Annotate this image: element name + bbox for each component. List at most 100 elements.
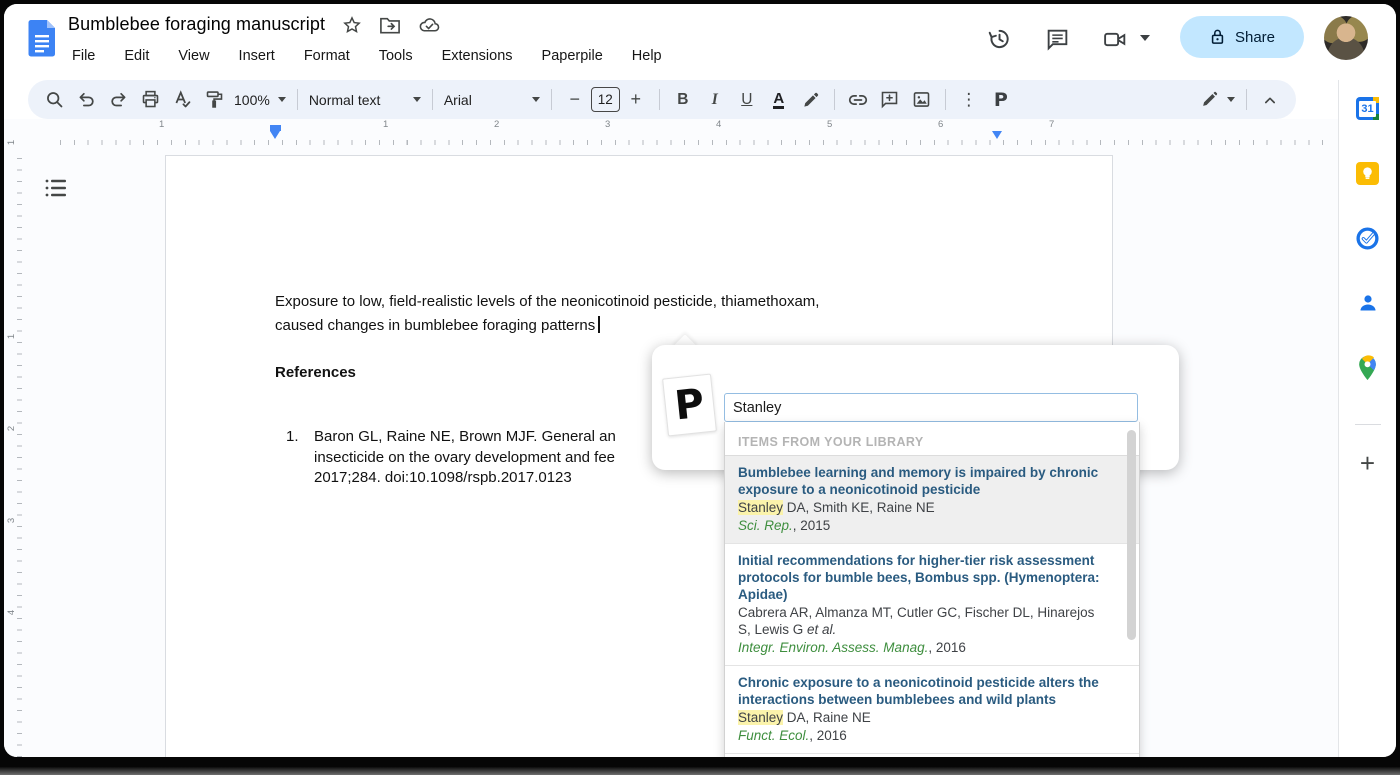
references-heading[interactable]: References [275,364,356,381]
version-history-icon[interactable] [984,24,1014,54]
menu-extensions[interactable]: Extensions [440,46,515,66]
ruler-number: 4 [6,610,17,615]
left-indent-marker[interactable] [270,131,280,139]
lock-icon [1209,28,1226,46]
menu-file[interactable]: File [70,46,97,66]
bold-button[interactable]: B [670,86,696,114]
paperpile-toolbar-button[interactable]: P [988,86,1014,114]
comments-icon[interactable] [1042,24,1072,54]
journal-name: Sci. Rep. [738,518,793,533]
ruler-number: 3 [605,119,610,130]
google-calendar-icon[interactable]: 31 [1355,95,1381,121]
result-title: Chronic exposure to a neonicotinoid pest… [738,674,1109,708]
menu-paperpile[interactable]: Paperpile [540,46,605,66]
reference-line: insecticide on the ovary development and… [314,449,615,466]
paperpile-logo: P [662,374,717,437]
highlight-color-icon[interactable] [798,86,824,114]
star-icon[interactable] [342,15,362,35]
add-comment-icon[interactable] [877,86,903,114]
menu-help[interactable]: Help [630,46,664,66]
side-panel: 31 + [1338,80,1396,757]
header: Bumblebee foraging manuscript File Edit … [4,4,1396,80]
document-title[interactable]: Bumblebee foraging manuscript [68,14,325,35]
share-button-label: Share [1235,29,1275,46]
google-docs-window: Bumblebee foraging manuscript File Edit … [4,4,1396,757]
cloud-saved-icon[interactable] [418,15,441,35]
chevron-down-icon [1227,97,1235,102]
results-section-header: ITEMS FROM YOUR LIBRARY [725,422,1139,455]
citation-result-item-partial[interactable] [725,753,1139,757]
citation-result-item[interactable]: Initial recommendations for higher-tier … [725,543,1139,665]
share-button[interactable]: Share [1180,16,1304,58]
right-indent-marker[interactable] [992,131,1002,139]
menu-view[interactable]: View [176,46,211,66]
font-value: Arial [444,92,472,108]
text-color-letter: A [773,91,784,109]
document-paragraph[interactable]: Exposure to low, field-realistic levels … [275,290,975,338]
undo-icon[interactable] [73,86,99,114]
screen-edge [0,766,1400,775]
search-match-highlight: Stanley [738,710,783,725]
reference-item[interactable]: 1. Baron GL, Raine NE, Brown MJF. Genera… [286,427,674,489]
menu-tools[interactable]: Tools [377,46,415,66]
document-outline-icon[interactable] [44,177,68,199]
more-options-button[interactable]: ⋮ [956,86,982,114]
google-maps-icon[interactable] [1355,355,1381,381]
font-size-decrease-icon[interactable]: − [562,86,588,114]
font-size-input[interactable]: 12 [591,87,620,112]
menu-edit[interactable]: Edit [122,46,151,66]
meet-video-icon[interactable] [1100,24,1130,54]
toolbar-divider [945,89,946,110]
get-add-ons-icon[interactable]: + [1360,453,1375,473]
italic-button[interactable]: I [702,86,728,114]
google-contacts-icon[interactable] [1355,290,1381,316]
search-menus-icon[interactable] [41,86,67,114]
move-to-folder-icon[interactable] [379,15,401,35]
toolbar-divider [297,89,298,110]
screen: Bumblebee foraging manuscript File Edit … [0,0,1400,775]
styles-value: Normal text [309,92,381,108]
zoom-select[interactable]: 100% [230,92,290,108]
toolbar-divider [834,89,835,110]
journal-year: , 2015 [793,518,831,533]
menubar: File Edit View Insert Format Tools Exten… [70,46,664,66]
ruler-number: 4 [716,119,721,130]
text-color-button[interactable]: A [766,86,792,114]
horizontal-ruler[interactable] [60,127,1328,145]
citation-result-item[interactable]: Chronic exposure to a neonicotinoid pest… [725,665,1139,753]
editing-mode-select[interactable] [1196,90,1239,109]
underline-button[interactable]: U [734,86,760,114]
spelling-check-icon[interactable] [169,86,195,114]
calendar-day: 31 [1359,101,1376,117]
redo-icon[interactable] [105,86,131,114]
insert-link-icon[interactable] [845,86,871,114]
menu-format[interactable]: Format [302,46,352,66]
meet-dropdown-caret[interactable] [1140,35,1150,41]
font-select[interactable]: Arial [440,92,544,108]
result-title: Bumblebee learning and memory is impaire… [738,464,1109,498]
result-journal: Funct. Ecol., 2016 [738,727,1109,744]
result-authors: Stanley DA, Smith KE, Raine NE [738,499,1109,516]
reference-number: 1. [286,427,314,489]
ruler-number: 1 [6,334,17,339]
result-journal: Integr. Environ. Assess. Manag., 2016 [738,639,1109,656]
print-icon[interactable] [137,86,163,114]
styles-select[interactable]: Normal text [305,92,425,108]
authors-text: DA, Smith KE, Raine NE [783,500,935,515]
ruler-number: 1 [159,119,164,130]
menu-insert[interactable]: Insert [237,46,277,66]
citation-search-input[interactable] [724,393,1138,422]
citation-results-dropdown: ITEMS FROM YOUR LIBRARY Bumblebee learni… [724,422,1140,757]
dropdown-scrollbar[interactable] [1127,430,1136,640]
citation-result-item[interactable]: Bumblebee learning and memory is impaire… [725,455,1139,543]
google-keep-icon[interactable] [1355,160,1381,186]
google-tasks-icon[interactable] [1355,225,1381,251]
collapse-toolbar-icon[interactable] [1257,86,1283,114]
paint-format-icon[interactable] [201,86,227,114]
google-docs-logo[interactable] [28,19,56,57]
side-panel-divider [1355,424,1381,425]
user-avatar[interactable] [1324,16,1368,60]
vertical-ruler[interactable] [8,144,22,757]
insert-image-icon[interactable] [909,86,935,114]
font-size-increase-icon[interactable]: + [623,86,649,114]
